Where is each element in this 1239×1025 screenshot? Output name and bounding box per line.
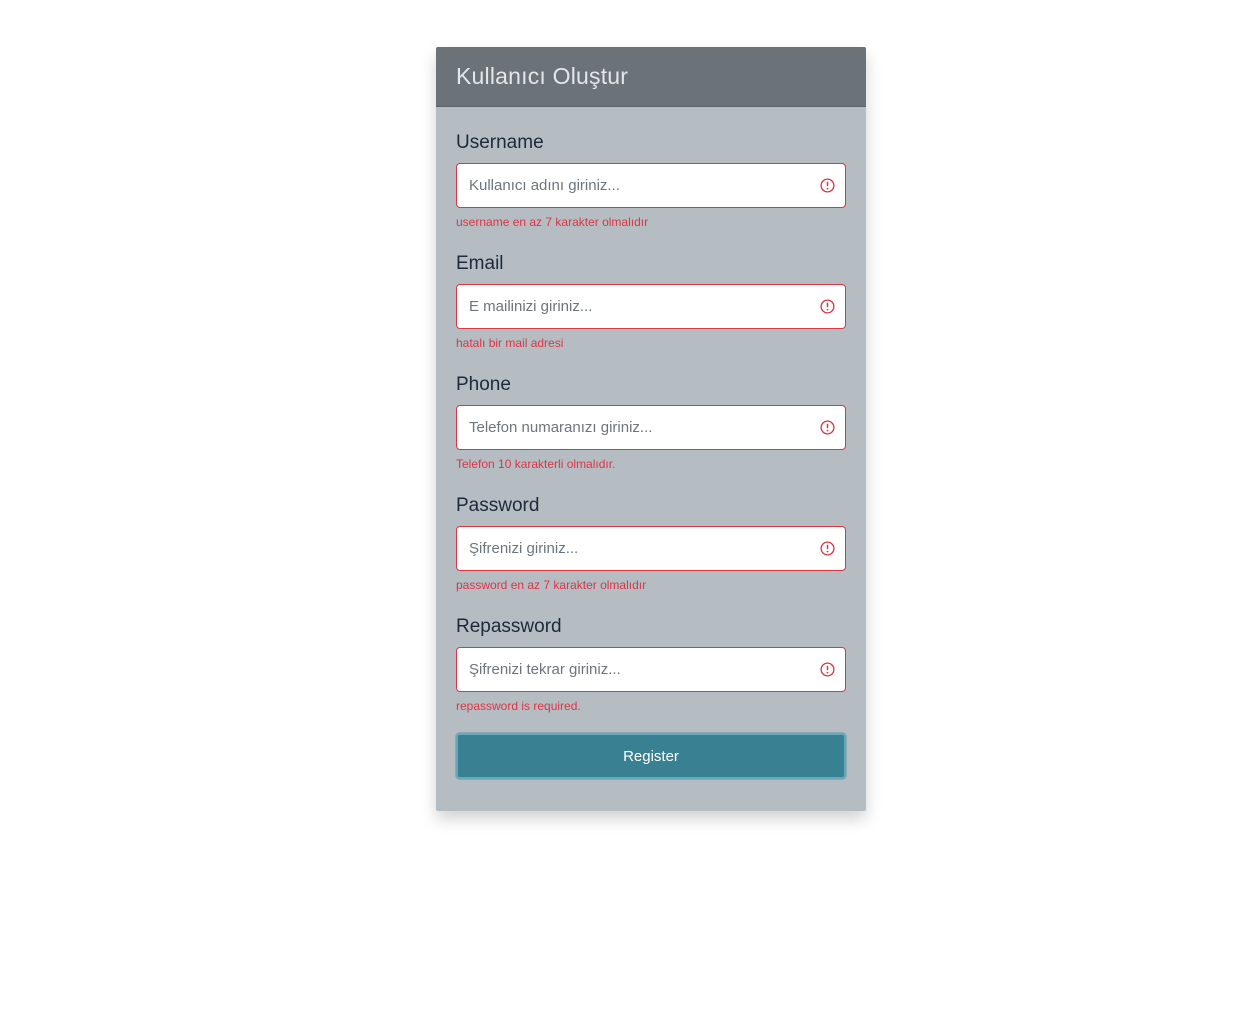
- email-input[interactable]: [456, 284, 846, 329]
- phone-field-group: Phone Telefon 10 karakterli olmalıdır.: [456, 371, 846, 471]
- repassword-input-wrap: [456, 647, 846, 692]
- exclamation-circle-icon: [820, 178, 835, 193]
- register-form: Username username en az 7 karakter olmal…: [436, 107, 866, 779]
- email-input-wrap: [456, 284, 846, 329]
- phone-error: Telefon 10 karakterli olmalıdır.: [456, 457, 616, 471]
- email-label: Email: [456, 253, 504, 274]
- password-input[interactable]: [456, 526, 846, 571]
- password-field-group: Password password en az 7 karakter olmal…: [456, 492, 846, 592]
- username-field-group: Username username en az 7 karakter olmal…: [456, 129, 846, 229]
- phone-input-wrap: [456, 405, 846, 450]
- card-header: Kullanıcı Oluştur: [436, 47, 866, 107]
- username-input[interactable]: [456, 163, 846, 208]
- repassword-error: repassword is required.: [456, 699, 581, 713]
- exclamation-circle-icon: [820, 420, 835, 435]
- username-error: username en az 7 karakter olmalıdır: [456, 215, 649, 229]
- exclamation-circle-icon: [820, 541, 835, 556]
- password-input-wrap: [456, 526, 846, 571]
- email-error: hatalı bir mail adresi: [456, 336, 564, 350]
- exclamation-circle-icon: [820, 299, 835, 314]
- repassword-field-group: Repassword repassword is required.: [456, 613, 846, 713]
- password-label: Password: [456, 495, 540, 516]
- username-label: Username: [456, 132, 544, 153]
- email-field-group: Email hatalı bir mail adresi: [456, 250, 846, 350]
- password-error: password en az 7 karakter olmalıdır: [456, 578, 647, 592]
- username-input-wrap: [456, 163, 846, 208]
- register-card: Kullanıcı Oluştur Username username en a…: [436, 47, 866, 811]
- register-button[interactable]: Register: [456, 733, 846, 779]
- repassword-label: Repassword: [456, 616, 562, 637]
- repassword-input[interactable]: [456, 647, 846, 692]
- page-title: Kullanıcı Oluştur: [456, 63, 629, 89]
- phone-label: Phone: [456, 374, 511, 395]
- phone-input[interactable]: [456, 405, 846, 450]
- exclamation-circle-icon: [820, 662, 835, 677]
